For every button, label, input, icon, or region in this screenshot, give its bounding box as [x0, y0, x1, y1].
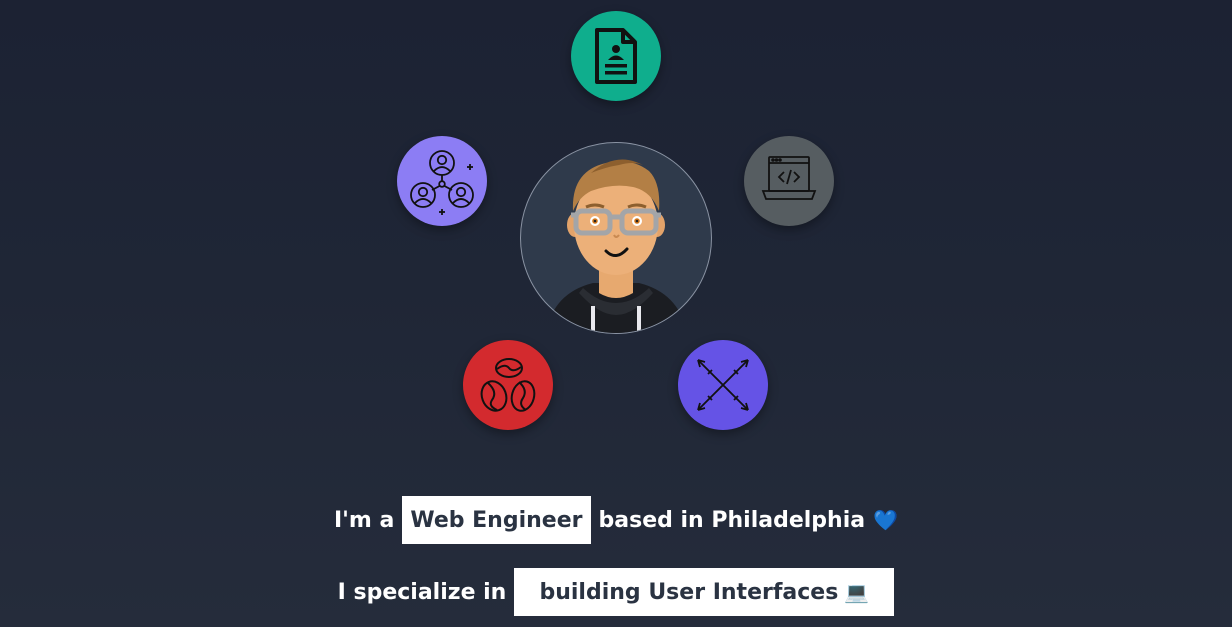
crossed-arrows-icon — [697, 359, 749, 411]
specialty-prefix: I specialize in — [337, 579, 507, 605]
laptop-code-icon — [761, 156, 817, 200]
laptop-emoji-icon: 💻 — [844, 580, 870, 604]
blue-heart-icon: 💙 — [873, 508, 899, 532]
intro-suffix: based in Philadelphia — [598, 507, 866, 533]
team-orb[interactable] — [397, 136, 487, 226]
intro-line: I'm a Web Engineer based in Philadelphia… — [0, 496, 1232, 544]
specialty-value: building User Interfaces — [539, 579, 839, 605]
specialty-highlight: building User Interfaces 💻 — [514, 568, 895, 616]
coffee-beans-icon — [480, 358, 536, 412]
intro-prefix: I'm a — [333, 507, 395, 533]
avatar — [520, 142, 712, 334]
code-orb[interactable] — [744, 136, 834, 226]
crossed-arrows-orb[interactable] — [678, 340, 768, 430]
avatar-illustration — [546, 159, 687, 333]
resume-document-icon — [595, 28, 637, 84]
role-highlight: Web Engineer — [402, 496, 591, 544]
resume-orb[interactable] — [571, 11, 661, 101]
team-network-icon — [410, 150, 474, 215]
specialty-line: I specialize in building User Interfaces… — [0, 568, 1232, 616]
coffee-orb[interactable] — [463, 340, 553, 430]
